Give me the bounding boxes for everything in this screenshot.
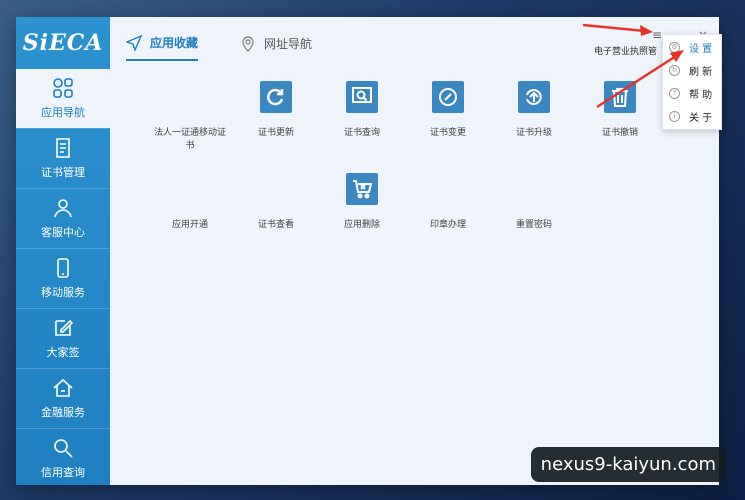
app-label: 证书变更 (429, 128, 466, 138)
app-tile[interactable]: 法人一证通移动证书 (150, 81, 230, 153)
app-label: 证书升级 (515, 128, 552, 138)
sidebar-item-label: 信用查询 (41, 466, 85, 479)
phone-icon (52, 257, 74, 279)
upgrade-icon (518, 81, 550, 113)
document-icon (52, 137, 74, 159)
menu-item-about[interactable]: i 关 于 (669, 109, 712, 124)
main-panel: 应用收藏 网址导航 电子营业执照管 ≡ – × 法人一证通移动证书 (110, 17, 719, 485)
sidebar-item-finance[interactable]: 金融服务 (16, 368, 110, 428)
menu-item-label: 帮 助 (689, 90, 713, 101)
refresh-icon (260, 81, 292, 113)
sidebar-item-label: 应用导航 (41, 106, 85, 119)
app-tile[interactable]: 证书变更 (408, 81, 488, 140)
sidebar: SiECA 应用导航 证书管理 客服中心 移动服务 大家签 金融服务 信用查询 (16, 17, 110, 485)
app-tile[interactable]: 证书查看 (236, 173, 316, 232)
app-label: 应用删除 (343, 220, 380, 230)
person-icon (52, 197, 74, 219)
app-label: 印章办理 (429, 220, 466, 230)
menu-item-label: 关 于 (689, 113, 713, 124)
sidebar-item-credit[interactable]: 信用查询 (16, 428, 110, 488)
menu-item-help[interactable]: ? 帮 助 (669, 86, 712, 101)
edit-icon (52, 317, 74, 339)
info-icon: i (669, 111, 680, 122)
app-label: 应用开通 (171, 220, 208, 230)
sidebar-item-label: 金融服务 (41, 406, 85, 419)
search-icon (52, 437, 74, 459)
sidebar-nav: 应用导航 证书管理 客服中心 移动服务 大家签 金融服务 信用查询 (16, 69, 110, 488)
sidebar-item-cert-manage[interactable]: 证书管理 (16, 128, 110, 188)
send-icon (125, 34, 143, 52)
sidebar-item-label: 大家签 (46, 346, 80, 359)
settings-dropdown: ⚙ 设 置 ↻ 刷 新 ? 帮 助 i 关 于 (662, 34, 722, 130)
app-label: 重置密码 (515, 220, 552, 230)
sidebar-item-label: 客服中心 (41, 226, 85, 239)
app-tile[interactable]: 证书升级 (494, 81, 574, 140)
brand-logo: SiECA (22, 30, 104, 56)
sidebar-item-label: 移动服务 (41, 286, 85, 299)
tab-label: 应用收藏 (150, 36, 199, 50)
menu-item-label: 刷 新 (689, 67, 713, 78)
app-tile[interactable]: 重置密码 (494, 173, 574, 232)
edit-icon (432, 81, 464, 113)
app-label: 证书更新 (257, 128, 294, 138)
gear-icon: ⚙ (669, 42, 680, 53)
help-icon: ? (669, 88, 680, 99)
trash-icon (604, 81, 636, 113)
grid-icon (52, 77, 74, 99)
sidebar-item-app-nav[interactable]: 应用导航 (16, 69, 110, 128)
app-tile[interactable]: 印章办理 (408, 173, 488, 232)
refresh-icon: ↻ (669, 65, 680, 76)
cart-remove-icon (346, 173, 378, 205)
tab-bar: 应用收藏 网址导航 (125, 34, 354, 61)
app-window: SiECA 应用导航 证书管理 客服中心 移动服务 大家签 金融服务 信用查询 … (16, 17, 719, 485)
app-label: 证书查看 (257, 220, 294, 230)
app-tile[interactable]: 应用开通 (150, 173, 230, 232)
menu-button[interactable]: ≡ (652, 28, 662, 42)
sidebar-item-label: 证书管理 (41, 166, 85, 179)
app-tile[interactable]: 证书更新 (236, 81, 316, 140)
menu-item-refresh[interactable]: ↻ 刷 新 (669, 63, 712, 78)
menu-item-settings[interactable]: ⚙ 设 置 (669, 40, 712, 55)
location-icon (240, 35, 256, 52)
search-icon (346, 81, 378, 113)
menu-item-label: 设 置 (689, 44, 713, 55)
tab-url-nav[interactable]: 网址导航 (240, 34, 312, 61)
app-label: 证书撤销 (601, 128, 638, 138)
sidebar-item-mobile[interactable]: 移动服务 (16, 248, 110, 308)
sidebar-item-sign[interactable]: 大家签 (16, 308, 110, 368)
sidebar-item-service-center[interactable]: 客服中心 (16, 188, 110, 248)
app-label: 法人一证通移动证书 (153, 128, 226, 151)
tab-label: 网址导航 (264, 37, 313, 51)
header-right-text: 电子营业执照管 (594, 47, 658, 57)
app-tile[interactable]: 证书查询 (322, 81, 402, 140)
app-tile[interactable]: 证书撤销 (580, 81, 660, 140)
tab-app-favorites[interactable]: 应用收藏 (125, 34, 199, 61)
watermark: nexus9-kaiyun.com (530, 447, 726, 482)
app-tile[interactable]: 应用删除 (322, 173, 402, 232)
app-label: 证书查询 (343, 128, 380, 138)
home-icon (52, 377, 74, 399)
